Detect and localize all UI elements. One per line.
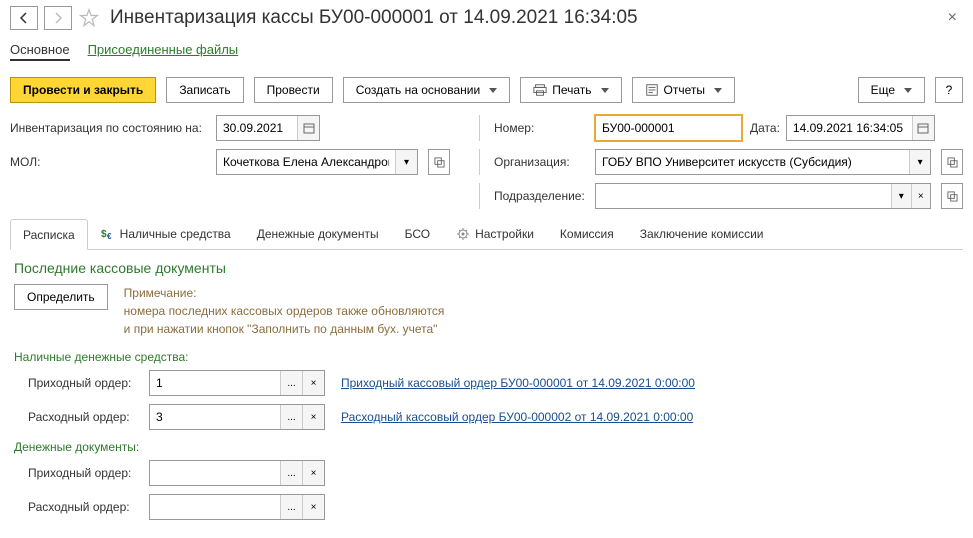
- docs-income-label: Приходный ордер:: [28, 466, 143, 480]
- expense-order-input[interactable]: [150, 405, 280, 429]
- ellipsis-icon[interactable]: ...: [280, 405, 302, 429]
- dropdown-icon[interactable]: ▾: [395, 150, 417, 174]
- clear-icon[interactable]: ×: [911, 184, 930, 208]
- dept-label: Подразделение:: [494, 189, 589, 203]
- number-input[interactable]: [596, 116, 741, 140]
- clear-icon[interactable]: ×: [302, 461, 324, 485]
- tab-receipt[interactable]: Расписка: [10, 219, 88, 250]
- cash-icon: $€: [101, 227, 115, 241]
- more-button[interactable]: Еще: [858, 77, 925, 103]
- determine-button[interactable]: Определить: [14, 284, 108, 310]
- ellipsis-icon[interactable]: ...: [280, 461, 302, 485]
- calendar-icon[interactable]: [297, 116, 319, 140]
- income-order-link[interactable]: Приходный кассовый ордер БУ00-000001 от …: [341, 376, 695, 390]
- inventory-date-input[interactable]: [217, 116, 297, 140]
- docs-income-input[interactable]: [150, 461, 280, 485]
- mol-label: МОЛ:: [10, 155, 210, 169]
- note-text: Примечание: номера последних кассовых ор…: [124, 284, 445, 338]
- tab-conclusion[interactable]: Заключение комиссии: [627, 219, 777, 249]
- number-label: Номер:: [494, 121, 589, 135]
- help-button[interactable]: ?: [935, 77, 963, 103]
- open-icon[interactable]: [941, 183, 963, 209]
- svg-text:€: €: [107, 232, 112, 241]
- dept-input[interactable]: [596, 184, 891, 208]
- mol-input[interactable]: [217, 150, 395, 174]
- income-order-input[interactable]: [150, 371, 280, 395]
- cash-section-title: Наличные денежные средства:: [14, 350, 959, 364]
- income-order-label: Приходный ордер:: [28, 376, 143, 390]
- forward-button[interactable]: [44, 6, 72, 30]
- gear-icon: [456, 227, 470, 241]
- date-input[interactable]: [787, 116, 912, 140]
- docs-expense-input[interactable]: [150, 495, 280, 519]
- tab-cash[interactable]: $€ Наличные средства: [88, 219, 244, 249]
- org-input[interactable]: [596, 150, 909, 174]
- page-title: Инвентаризация кассы БУ00-000001 от 14.0…: [110, 7, 638, 29]
- reports-button[interactable]: Отчеты: [632, 77, 735, 103]
- org-label: Организация:: [494, 155, 589, 169]
- create-based-button[interactable]: Создать на основании: [343, 77, 511, 103]
- back-button[interactable]: [10, 6, 38, 30]
- print-button[interactable]: Печать: [520, 77, 621, 103]
- section-tab-main[interactable]: Основное: [10, 40, 70, 61]
- inventory-date-label: Инвентаризация по состоянию на:: [10, 121, 210, 135]
- dropdown-icon[interactable]: ▾: [909, 150, 930, 174]
- tab-settings[interactable]: Настройки: [443, 219, 547, 249]
- report-icon: [645, 83, 659, 97]
- docs-expense-label: Расходный ордер:: [28, 500, 143, 514]
- dropdown-icon[interactable]: ▾: [891, 184, 910, 208]
- clear-icon[interactable]: ×: [302, 371, 324, 395]
- section-tab-files[interactable]: Присоединенные файлы: [88, 40, 239, 61]
- post-button[interactable]: Провести: [254, 77, 333, 103]
- date-label: Дата:: [750, 121, 780, 135]
- tab-bso[interactable]: БСО: [392, 219, 443, 249]
- close-icon[interactable]: ×: [942, 7, 963, 29]
- docs-section-title: Денежные документы:: [14, 440, 959, 454]
- save-button[interactable]: Записать: [166, 77, 243, 103]
- post-and-close-button[interactable]: Провести и закрыть: [10, 77, 156, 103]
- clear-icon[interactable]: ×: [302, 495, 324, 519]
- tab-docs[interactable]: Денежные документы: [244, 219, 392, 249]
- ellipsis-icon[interactable]: ...: [280, 371, 302, 395]
- open-icon[interactable]: [941, 149, 963, 175]
- ellipsis-icon[interactable]: ...: [280, 495, 302, 519]
- separator: [479, 183, 480, 209]
- separator: [479, 115, 480, 141]
- expense-order-label: Расходный ордер:: [28, 410, 143, 424]
- calendar-icon[interactable]: [912, 116, 934, 140]
- separator: [479, 149, 480, 175]
- favorite-star-icon[interactable]: [78, 7, 100, 29]
- printer-icon: [533, 83, 547, 97]
- section-title: Последние кассовые документы: [14, 260, 959, 276]
- open-icon[interactable]: [428, 149, 450, 175]
- clear-icon[interactable]: ×: [302, 405, 324, 429]
- expense-order-link[interactable]: Расходный кассовый ордер БУ00-000002 от …: [341, 410, 693, 424]
- tab-commission[interactable]: Комиссия: [547, 219, 627, 249]
